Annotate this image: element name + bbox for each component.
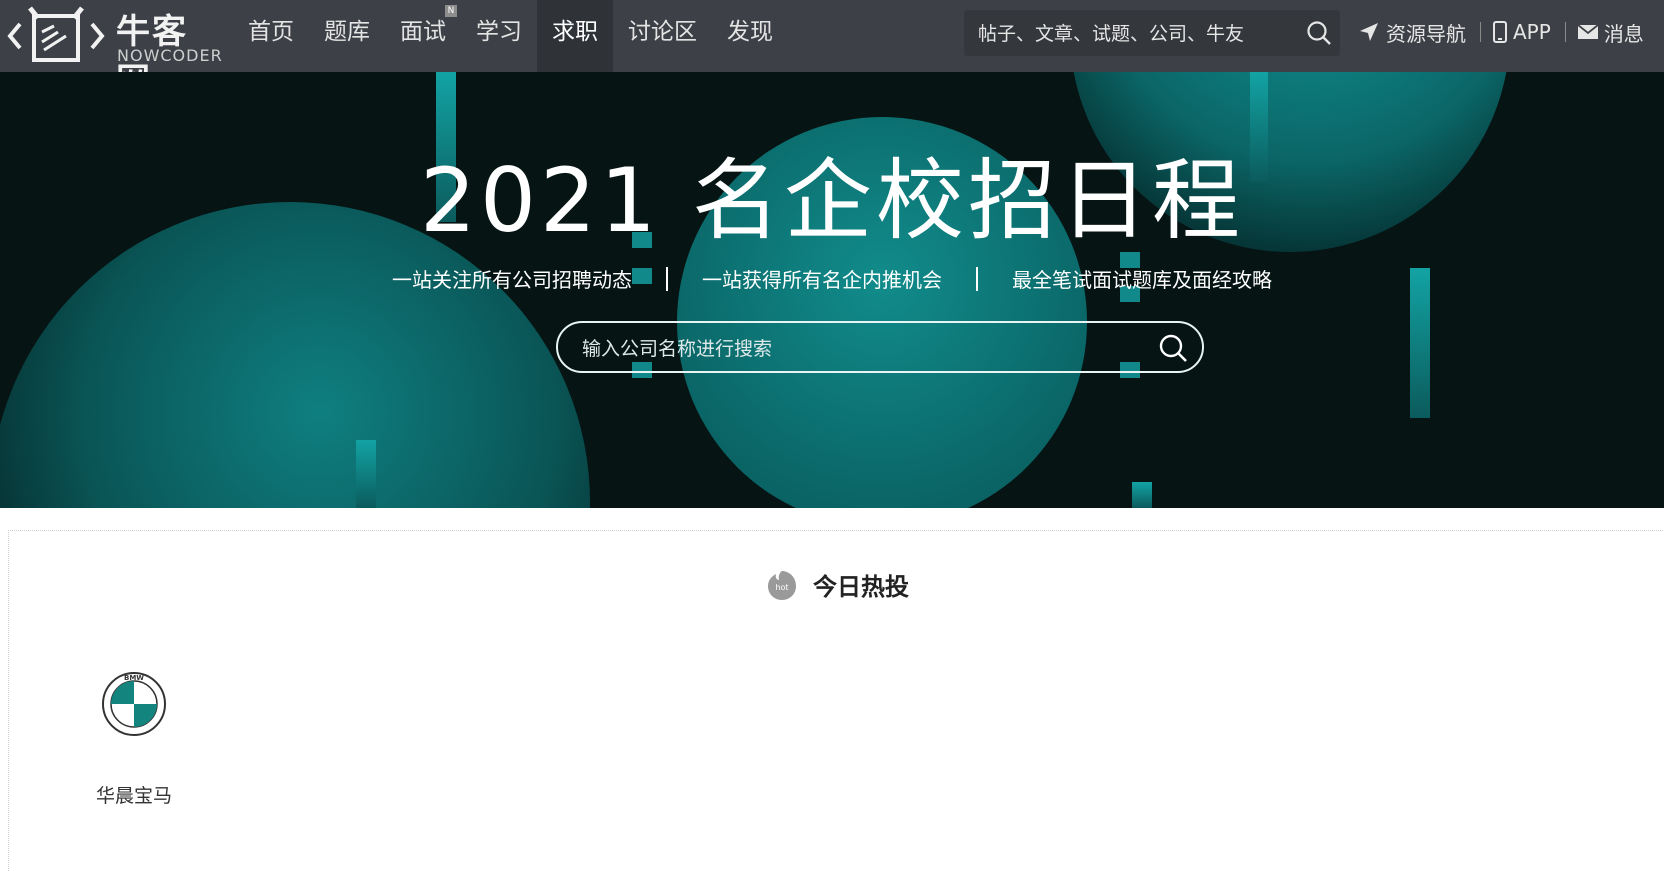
slogan-1: 一站关注所有公司招聘动态 <box>392 268 632 292</box>
company-name: 华晨宝马 <box>95 785 172 807</box>
logo-english-text: NOWCODER <box>117 46 223 65</box>
slogan-3: 最全笔试面试题库及面经攻略 <box>1012 268 1272 292</box>
divider <box>666 266 668 291</box>
divider <box>976 266 978 291</box>
nav-item-label: 讨论区 <box>628 19 697 45</box>
divider <box>1480 22 1481 42</box>
nav-item-question-bank[interactable]: 题库 <box>309 0 385 72</box>
nav-item-jobs[interactable]: 求职 <box>537 0 613 72</box>
search-icon[interactable] <box>1158 333 1188 363</box>
messages-label: 消息 <box>1603 21 1644 46</box>
nav-item-interview[interactable]: 面试 N <box>385 0 461 72</box>
messages-link[interactable]: 消息 <box>1577 18 1644 47</box>
nav-item-discover[interactable]: 发现 <box>712 0 788 72</box>
app-link[interactable]: APP <box>1493 20 1551 44</box>
company-card[interactable]: BMW 华晨宝马 <box>79 671 189 811</box>
bmw-logo: BMW <box>102 672 166 736</box>
global-search <box>964 10 1340 56</box>
resources-link[interactable]: 资源导航 <box>1358 18 1466 47</box>
new-badge: N <box>445 5 457 17</box>
divider <box>1564 22 1566 42</box>
nav-item-label: 学习 <box>476 19 522 45</box>
envelope-icon <box>1577 24 1598 39</box>
nav-item-home[interactable]: 首页 <box>233 0 309 72</box>
banner-title: 2021 名企校招日程 <box>420 149 1244 252</box>
app-label: APP <box>1513 20 1551 44</box>
logo-mark-icon <box>7 6 105 62</box>
nav-item-learn[interactable]: 学习 <box>461 0 537 72</box>
nav-item-label: 发现 <box>727 19 773 45</box>
company-search-input[interactable] <box>580 333 1144 365</box>
mobile-phone-icon <box>1493 21 1507 43</box>
paper-plane-icon <box>1360 23 1378 41</box>
nav-item-label: 题库 <box>324 19 370 45</box>
search-icon[interactable] <box>1306 20 1332 46</box>
main-nav: 首页 题库 面试 N 学习 求职 讨论区 发现 <box>233 0 788 72</box>
company-search <box>556 321 1204 373</box>
nav-item-label: 求职 <box>552 19 598 45</box>
nowcoder-logo[interactable]: 牛客网 NOWCODER <box>6 2 223 101</box>
hot-header: hot 今日热投 <box>9 567 1664 602</box>
top-navigation-bar: 牛客网 NOWCODER 首页 题库 面试 N 学习 求职 讨论区 发现 资源导航 <box>0 0 1664 101</box>
hot-section: hot 今日热投 BMW 华晨宝马 <box>8 530 1664 871</box>
slogan-2: 一站获得所有名企内推机会 <box>702 268 942 292</box>
hot-title: 今日热投 <box>813 573 909 601</box>
hot-icon: hot <box>768 570 796 600</box>
banner-slogans: 一站关注所有公司招聘动态 一站获得所有名企内推机会 最全笔试面试题库及面经攻略 <box>0 264 1664 293</box>
nav-item-discuss[interactable]: 讨论区 <box>613 0 712 72</box>
nav-item-label: 首页 <box>248 19 294 45</box>
resources-label: 资源导航 <box>1386 21 1466 46</box>
svg-text:BMW: BMW <box>124 674 144 682</box>
svg-text:hot: hot <box>775 583 788 592</box>
nav-item-label: 面试 <box>400 19 446 45</box>
header-right-links: 资源导航 APP 消息 <box>1358 0 1654 64</box>
campus-recruit-banner: 2021 名企校招日程 一站关注所有公司招聘动态 一站获得所有名企内推机会 最全… <box>0 72 1664 508</box>
global-search-input[interactable] <box>976 16 1300 52</box>
